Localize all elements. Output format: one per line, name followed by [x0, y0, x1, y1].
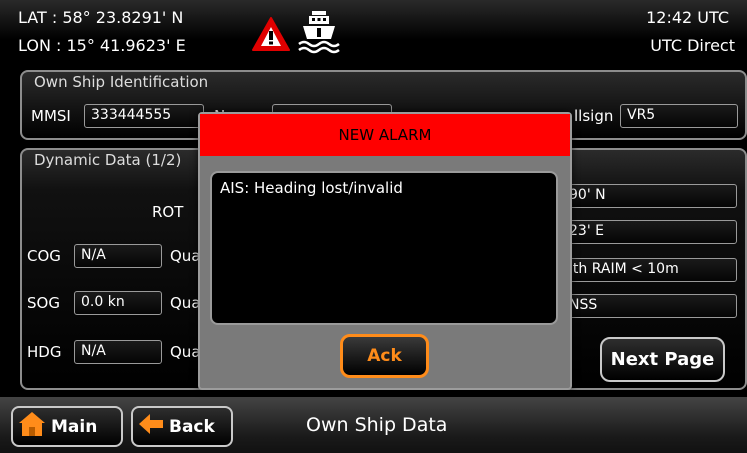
callsign-field: VR5 [620, 104, 738, 128]
cog-field: N/A [74, 244, 162, 268]
hdg-label: HDG [27, 343, 62, 361]
callsign-label: llsign [574, 107, 614, 125]
warning-triangle-icon[interactable] [251, 16, 291, 56]
longitude-readout: LON : 15° 41.9623' E [18, 36, 186, 55]
time-source: UTC Direct [650, 36, 735, 55]
group-title: Own Ship Identification [34, 73, 209, 91]
next-page-button[interactable]: Next Page [600, 337, 725, 382]
status-header: LAT : 58° 23.8291' N LON : 15° 41.9623' … [0, 0, 747, 66]
main-button[interactable]: Main [11, 406, 123, 447]
back-button[interactable]: Back [131, 406, 233, 447]
position-longitude-field: 23' E [562, 220, 737, 244]
ship-icon [297, 9, 341, 59]
sog-label: SOG [27, 294, 60, 312]
alarm-message-box: AIS: Heading lost/invalid [210, 171, 558, 325]
main-button-label: Main [51, 416, 98, 437]
back-button-label: Back [169, 416, 215, 437]
cog-quality-label: Qua [170, 247, 201, 265]
utc-time: 12:42 UTC [646, 8, 729, 27]
new-alarm-dialog: NEW ALARM AIS: Heading lost/invalid Ack [198, 112, 572, 390]
hdg-quality-label: Qua [170, 343, 201, 361]
rot-label: ROT [152, 203, 184, 221]
position-source-field: NSS [562, 294, 737, 318]
position-latitude-field: 90' N [562, 184, 737, 208]
mmsi-label: MMSI [31, 107, 71, 125]
hdg-field: N/A [74, 340, 162, 364]
latitude-readout: LAT : 58° 23.8291' N [18, 8, 184, 27]
alarm-dialog-title: NEW ALARM [200, 114, 570, 156]
sog-field: 0.0 kn [74, 291, 162, 315]
group-title: Dynamic Data (1/2) [34, 151, 182, 169]
bottom-bar: Main Back Own Ship Data [0, 397, 747, 453]
back-arrow-icon [137, 412, 165, 441]
alarm-message: AIS: Heading lost/invalid [220, 179, 403, 197]
home-icon [17, 410, 47, 443]
cog-label: COG [27, 247, 61, 265]
sog-quality-label: Qua [170, 294, 201, 312]
position-accuracy-field: ith RAIM < 10m [562, 258, 737, 282]
mmsi-field: 333444555 [84, 104, 204, 128]
ack-button[interactable]: Ack [340, 334, 429, 378]
screen-title: Own Ship Data [306, 414, 448, 436]
